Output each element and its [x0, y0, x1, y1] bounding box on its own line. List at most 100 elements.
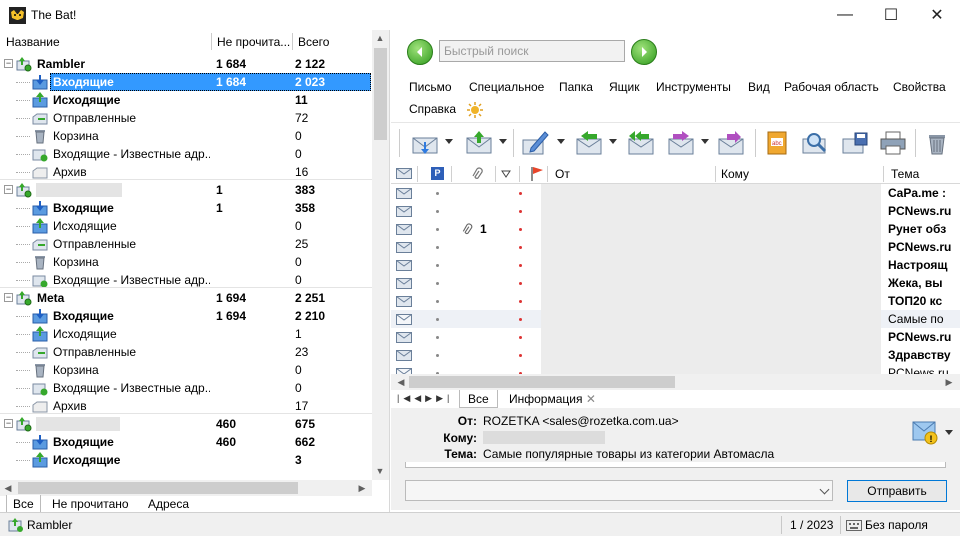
preview-tab-all[interactable]: Все: [459, 390, 498, 408]
folder-row[interactable]: Отправленные 72: [0, 109, 372, 127]
sun-icon[interactable]: [467, 102, 483, 118]
keyboard-icon: [846, 520, 862, 531]
send-button[interactable]: Отправить: [847, 480, 947, 502]
forward-icon[interactable]: [667, 130, 695, 156]
menu-properties[interactable]: Свойства: [893, 80, 946, 94]
scroll-up-icon[interactable]: ▲: [372, 33, 388, 43]
folder-row[interactable]: Входящие 460 662: [0, 433, 372, 451]
chevron-down-icon[interactable]: [945, 430, 953, 435]
reply-template-combo[interactable]: [405, 480, 833, 501]
outbox-icon: [32, 326, 48, 342]
tab-addresses[interactable]: Адреса: [142, 495, 195, 513]
menu-folder[interactable]: Папка: [559, 80, 593, 94]
folder-row[interactable]: Входящие 1 358: [0, 199, 372, 217]
folder-row[interactable]: Отправленные 25: [0, 235, 372, 253]
close-tab-icon[interactable]: ✕: [586, 392, 596, 406]
account-row[interactable]: − Rambler 1 684 2 122: [0, 55, 372, 73]
find-icon[interactable]: [801, 130, 829, 156]
menu-special[interactable]: Специальное: [469, 80, 544, 94]
svg-text:abc: abc: [772, 141, 782, 147]
folder-hscrollbar[interactable]: ◀ ▶: [0, 480, 372, 496]
tab-all[interactable]: Все: [6, 495, 41, 513]
folder-row[interactable]: Входящие 1 694 2 210: [0, 307, 372, 325]
maximize-button[interactable]: ☐: [868, 0, 914, 30]
priority-column-icon[interactable]: P: [431, 167, 444, 180]
collapse-toggle-icon[interactable]: −: [4, 419, 13, 428]
menu-tools[interactable]: Инструменты: [656, 80, 731, 94]
tab-unread[interactable]: Не прочитано: [46, 495, 135, 513]
search-forward-button[interactable]: [631, 39, 657, 65]
sender-image-icon[interactable]: !: [911, 420, 941, 446]
hscroll-thumb[interactable]: [18, 482, 298, 494]
menu-help[interactable]: Справка: [409, 102, 456, 116]
unread-count: 1 684: [216, 57, 247, 71]
hscroll-thumb[interactable]: [409, 376, 675, 388]
tab-nav-arrows-icon[interactable]: |◀◀▶▶|: [397, 393, 453, 404]
get-mail-icon[interactable]: [411, 130, 439, 156]
search-back-button[interactable]: [407, 39, 433, 65]
folder-vscrollbar[interactable]: ▲ ▼: [372, 30, 389, 480]
collapse-toggle-icon[interactable]: −: [4, 59, 13, 68]
menu-letter[interactable]: Письмо: [409, 80, 452, 94]
menu-workspace[interactable]: Рабочая область: [784, 80, 879, 94]
folder-row[interactable]: Входящие - Известные адр... 0: [0, 145, 372, 163]
menu-view[interactable]: Вид: [748, 80, 770, 94]
save-icon[interactable]: [841, 130, 869, 156]
chevron-down-icon[interactable]: [819, 484, 830, 495]
send-mail-icon[interactable]: [465, 130, 493, 156]
status-column-icon[interactable]: [396, 168, 412, 179]
message-hscrollbar[interactable]: ◀ ▶: [391, 374, 960, 390]
menu-box[interactable]: Ящик: [609, 80, 640, 94]
trash-icon: [32, 362, 48, 378]
reply-all-icon[interactable]: [627, 130, 655, 156]
quick-search-input[interactable]: Быстрый поиск: [439, 40, 625, 62]
col-unread-header[interactable]: Не прочита...: [217, 35, 290, 49]
unread-count: 1 684: [216, 75, 247, 89]
folder-row[interactable]: Входящие - Известные адр... 0: [0, 379, 372, 397]
minimize-button[interactable]: —: [822, 0, 868, 30]
account-row[interactable]: − 1 383: [0, 181, 372, 199]
scroll-thumb[interactable]: [374, 48, 387, 140]
col-total-header[interactable]: Всего: [298, 35, 329, 49]
folder-row[interactable]: Корзина 0: [0, 127, 372, 145]
preview-tab-info[interactable]: Информация ✕: [503, 390, 602, 408]
col-from-header[interactable]: От: [555, 167, 570, 181]
flag-column-icon[interactable]: [530, 166, 544, 182]
scroll-down-icon[interactable]: ▼: [372, 466, 388, 476]
scroll-left-icon[interactable]: ◀: [0, 483, 16, 494]
reply-text-edge[interactable]: [405, 462, 946, 468]
flag-dot: [519, 228, 522, 231]
collapse-toggle-icon[interactable]: −: [4, 185, 13, 194]
attachment-column-icon[interactable]: [471, 167, 483, 181]
from-value[interactable]: ROZETKA <sales@rozetka.com.ua>: [483, 414, 679, 428]
folder-row[interactable]: Исходящие 3: [0, 451, 372, 469]
account-icon: [16, 182, 32, 198]
folder-row[interactable]: Исходящие 0: [0, 217, 372, 235]
total-count: 16: [295, 165, 309, 179]
folder-row[interactable]: Входящие 1 684 2 023: [0, 73, 372, 91]
scroll-right-icon[interactable]: ▶: [941, 377, 957, 388]
scroll-right-icon[interactable]: ▶: [354, 483, 370, 494]
collapse-toggle-icon[interactable]: −: [4, 293, 13, 302]
scroll-left-icon[interactable]: ◀: [393, 377, 409, 388]
sort-arrow-icon[interactable]: [501, 170, 511, 178]
account-row[interactable]: − 460 675: [0, 415, 372, 433]
address-book-icon[interactable]: abc: [763, 130, 791, 156]
reply-icon[interactable]: [575, 130, 603, 156]
preview-tabs: |◀◀▶▶| Все Информация ✕: [391, 390, 960, 408]
redirect-icon[interactable]: [717, 130, 745, 156]
folder-row[interactable]: Корзина 0: [0, 361, 372, 379]
print-icon[interactable]: [879, 130, 907, 156]
folder-row[interactable]: Исходящие 1: [0, 325, 372, 343]
delete-icon[interactable]: [923, 130, 951, 156]
account-row[interactable]: − Meta 1 694 2 251: [0, 289, 372, 307]
col-subject-header[interactable]: Тема: [891, 167, 919, 181]
folder-row[interactable]: Исходящие 11: [0, 91, 372, 109]
new-message-icon[interactable]: [521, 130, 549, 156]
folder-row[interactable]: Корзина 0: [0, 253, 372, 271]
col-to-header[interactable]: Кому: [721, 167, 749, 181]
close-button[interactable]: ✕: [914, 0, 960, 30]
col-name-header[interactable]: Название: [6, 35, 60, 49]
total-count: 1: [295, 327, 302, 341]
folder-row[interactable]: Отправленные 23: [0, 343, 372, 361]
